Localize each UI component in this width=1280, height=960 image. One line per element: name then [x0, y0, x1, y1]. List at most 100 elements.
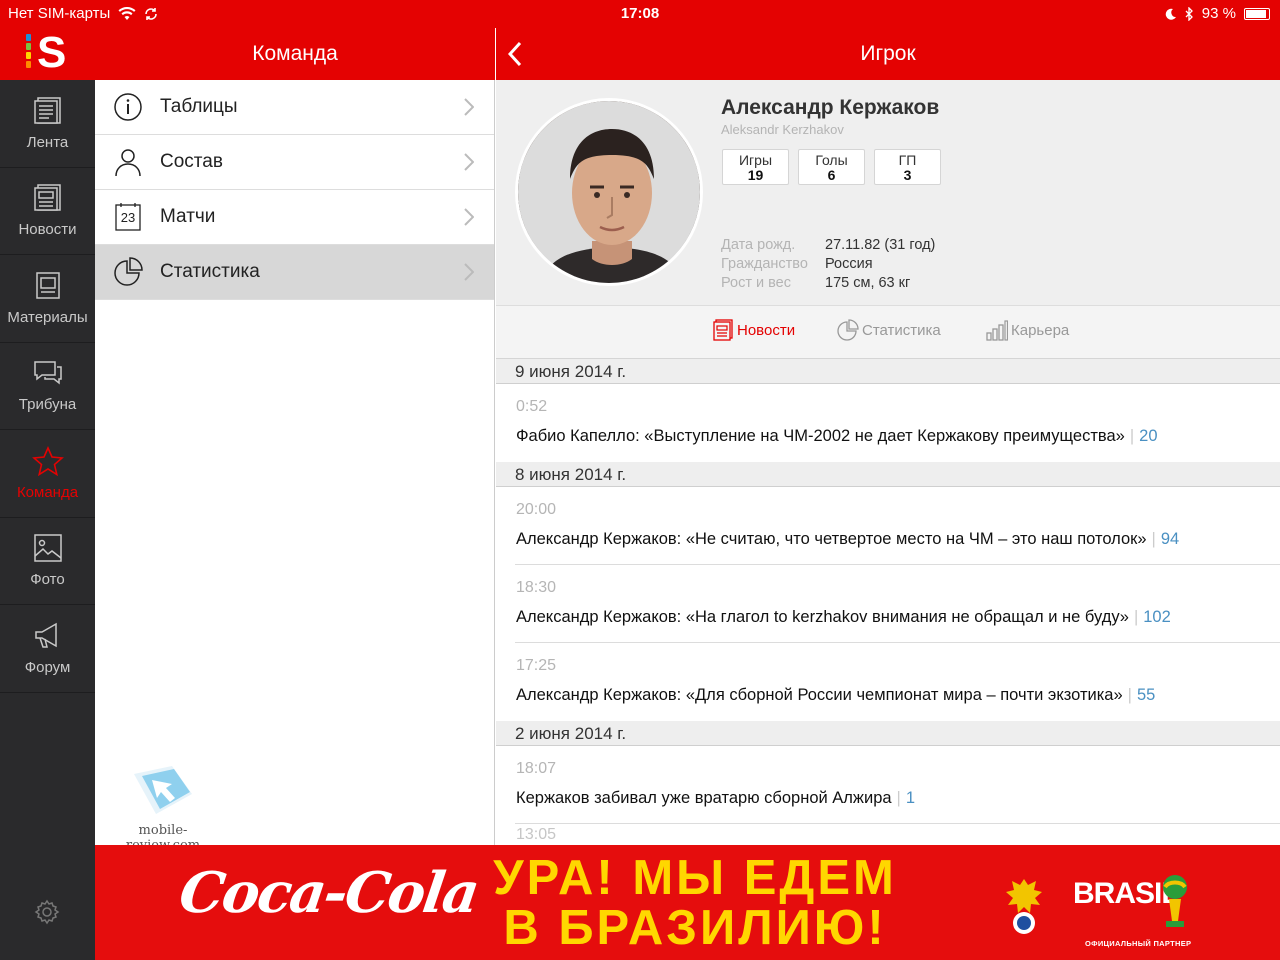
comment-count[interactable]: 94	[1161, 530, 1179, 548]
info-row-height-weight: Рост и вес 175 см, 63 кг	[721, 274, 935, 293]
star-icon	[31, 445, 64, 476]
moon-icon	[1165, 8, 1176, 20]
materials-icon	[35, 272, 60, 299]
news-title: Кержаков забивал уже вратарю сборной Алж…	[516, 789, 892, 807]
feed-icon	[33, 97, 61, 124]
tab-label: Карьера	[1011, 321, 1070, 339]
comment-count[interactable]: 102	[1143, 608, 1171, 626]
tab-label: Статистика	[862, 321, 941, 339]
menu-item-label: Матчи	[160, 206, 216, 227]
news-time: 0:52	[516, 398, 548, 415]
menu-item-label: Состав	[160, 151, 223, 172]
info-row-citizenship: Гражданство Россия	[721, 255, 935, 274]
player-panel: Александр Кержаков Aleksandr Kerzhakov И…	[496, 80, 1280, 845]
player-tabs: Новости Статистика Карьера	[496, 306, 1280, 359]
watermark: mobile-review.com	[103, 764, 223, 853]
info-key: Рост и вес	[721, 275, 792, 291]
tab-statistics[interactable]: Статистика	[837, 319, 941, 341]
coca-cola-logo: Coca-Cola	[175, 860, 482, 926]
sidebar-item-news[interactable]: Новости	[0, 168, 95, 255]
info-row-birthdate: Дата рожд. 27.11.82 (31 год)	[721, 236, 935, 255]
sidebar-item-label: Лента	[26, 133, 69, 151]
slogan-line-1: УРА! МЫ ЕДЕМ	[493, 851, 897, 905]
info-value: 27.11.82 (31 год)	[825, 237, 936, 253]
sidebar-item-label: Трибуна	[18, 396, 77, 414]
comment-count[interactable]: 1	[906, 789, 915, 807]
wifi-icon	[118, 6, 136, 20]
ad-banner[interactable]: Coca-Cola УРА! МЫ ЕДЕМ В БРАЗИЛИЮ! BRASI…	[95, 845, 1280, 960]
news-time: 18:07	[516, 760, 557, 777]
comment-count[interactable]: 20	[1139, 427, 1157, 445]
menu-item-squad[interactable]: Состав	[95, 135, 494, 190]
sidebar-item-materials[interactable]: Материалы	[0, 255, 95, 343]
stat-label: ГП	[898, 152, 917, 168]
news-time: 17:25	[516, 657, 557, 674]
news-title-line: Кержаков забивал уже вратарю сборной Алж…	[516, 789, 916, 807]
battery-label: 93 %	[1201, 5, 1236, 22]
menu-item-statistics[interactable]: Статистика	[95, 245, 494, 300]
sidebar-item-forum[interactable]: Форум	[0, 605, 95, 693]
news-item[interactable]: 0:52 Фабио Капелло: «Выступление на ЧМ-2…	[515, 384, 1280, 462]
sidebar-item-feed[interactable]: Лента	[0, 80, 95, 168]
news-item[interactable]: 18:07 Кержаков забивал уже вратарю сборн…	[515, 746, 1280, 824]
megaphone-icon	[34, 622, 57, 648]
news-title-line: Александр Кержаков: «Для сборной России …	[516, 686, 1156, 704]
stat-label: Голы	[815, 152, 848, 168]
tab-label: Новости	[737, 321, 796, 339]
news-title: Александр Кержаков: «Не считаю, что четв…	[516, 530, 1147, 548]
chevron-right-icon	[464, 153, 474, 171]
calendar-day: 23	[120, 210, 136, 225]
gear-icon[interactable]	[33, 898, 61, 926]
stat-games: Игры 19	[722, 149, 789, 185]
tab-career[interactable]: Карьера	[986, 319, 1069, 341]
bluetooth-icon	[1185, 6, 1193, 21]
tab-news[interactable]: Новости	[712, 319, 795, 341]
stat-label: Игры	[738, 152, 773, 168]
comment-count[interactable]: 55	[1137, 686, 1155, 704]
news-feed: 9 июня 2014 г. 0:52 Фабио Капелло: «Выст…	[496, 359, 1280, 845]
info-value: 175 см, 63 кг	[825, 275, 911, 291]
info-key: Дата рожд.	[721, 237, 796, 253]
player-profile: Александр Кержаков Aleksandr Kerzhakov И…	[496, 80, 1280, 306]
news-item-partial[interactable]: 13:05	[496, 824, 1280, 845]
pie-chart-icon	[114, 257, 143, 286]
sidebar-item-label: Фото	[30, 571, 65, 589]
sync-icon	[145, 7, 158, 20]
stat-assists: ГП 3	[874, 149, 941, 185]
logo-letter: S	[37, 28, 67, 77]
sidebar-item-team[interactable]: Команда	[0, 430, 95, 518]
sidebar-item-label: Материалы	[7, 308, 88, 326]
official-partner-label: ОФИЦИАЛЬНЫЙ ПАРТНЕР	[1085, 939, 1192, 948]
clock: 17:08	[620, 5, 660, 22]
chevron-right-icon	[464, 208, 474, 226]
app-logo[interactable]: S	[0, 28, 95, 80]
news-time: 18:30	[516, 579, 557, 596]
news-title: Фабио Капелло: «Выступление на ЧМ-2002 н…	[516, 427, 1125, 445]
sidebar-item-tribune[interactable]: Трибуна	[0, 343, 95, 430]
app-sidebar: S Лента Новости Материалы Трибуна Команд…	[0, 28, 95, 960]
chevron-right-icon	[464, 98, 474, 116]
player-latin-name: Aleksandr Kerzhakov	[721, 122, 844, 137]
menu-item-matches[interactable]: 23 Матчи	[95, 190, 494, 245]
team-panel-title: Команда	[95, 28, 495, 80]
date-header: 8 июня 2014 г.	[496, 462, 1280, 487]
menu-item-tables[interactable]: Таблицы	[95, 80, 494, 135]
news-item[interactable]: 20:00 Александр Кержаков: «Не считаю, чт…	[515, 487, 1280, 565]
player-photo	[518, 101, 700, 283]
date-header: 9 июня 2014 г.	[496, 359, 1280, 384]
news-item[interactable]: 18:30 Александр Кержаков: «На глагол to …	[515, 565, 1280, 643]
sidebar-item-photo[interactable]: Фото	[0, 518, 95, 605]
news-title: Александр Кержаков: «Для сборной России …	[516, 686, 1123, 704]
news-item[interactable]: 17:25 Александр Кержаков: «Для сборной Р…	[515, 643, 1280, 721]
chat-icon	[33, 361, 62, 385]
chevron-right-icon	[464, 263, 474, 281]
bar-chart-icon	[986, 320, 1008, 341]
news-time: 20:00	[516, 501, 557, 518]
news-title-line: Фабио Капелло: «Выступление на ЧМ-2002 н…	[516, 427, 1158, 445]
team-panel: Таблицы Состав 23 Матчи Статистика mobil…	[95, 80, 495, 853]
world-cup-trophy-icon	[1163, 875, 1187, 927]
stat-goals: Голы 6	[798, 149, 865, 185]
banner-slogan: УРА! МЫ ЕДЕМ В БРАЗИЛИЮ!	[475, 853, 915, 953]
news-title: Александр Кержаков: «На глагол to kerzha…	[516, 608, 1129, 626]
back-chevron-icon[interactable]	[508, 41, 522, 67]
